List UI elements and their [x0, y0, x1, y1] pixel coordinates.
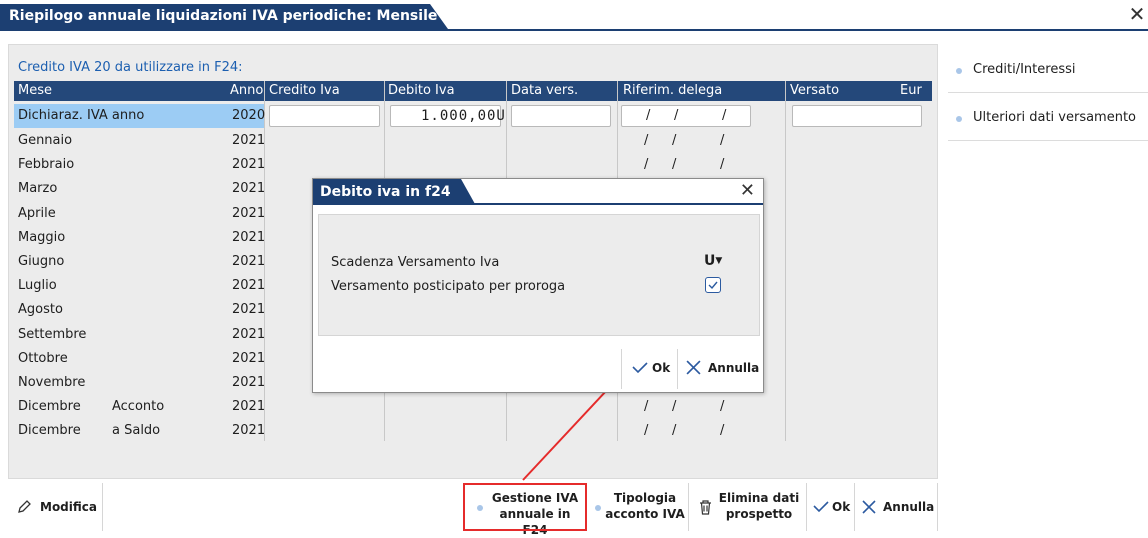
dropdown-arrow-icon: ▼ — [715, 256, 723, 266]
posticipato-label: Versamento posticipato per proroga — [331, 279, 566, 294]
check-icon — [632, 362, 648, 374]
debito-iva-dialog: Debito iva in f24 ✕ Scadenza Versamento … — [312, 178, 764, 393]
dialog-ok-button[interactable]: Ok — [621, 349, 677, 389]
scadenza-label: Scadenza Versamento Iva — [331, 255, 500, 270]
check-icon — [708, 281, 718, 290]
dialog-content — [318, 214, 760, 336]
scadenza-select[interactable]: U▼ — [704, 253, 722, 269]
scadenza-value: U — [704, 253, 716, 269]
dialog-title: Debito iva in f24 — [313, 179, 475, 204]
posticipato-checkbox[interactable] — [705, 277, 721, 293]
close-icon[interactable]: ✕ — [740, 179, 755, 203]
dialog-ok-label: Ok — [652, 361, 671, 375]
dialog-annulla-button[interactable]: Annulla — [677, 349, 763, 389]
dialog-title-underline — [313, 203, 763, 205]
close-icon — [686, 360, 701, 375]
dialog-annulla-label: Annulla — [708, 361, 760, 375]
